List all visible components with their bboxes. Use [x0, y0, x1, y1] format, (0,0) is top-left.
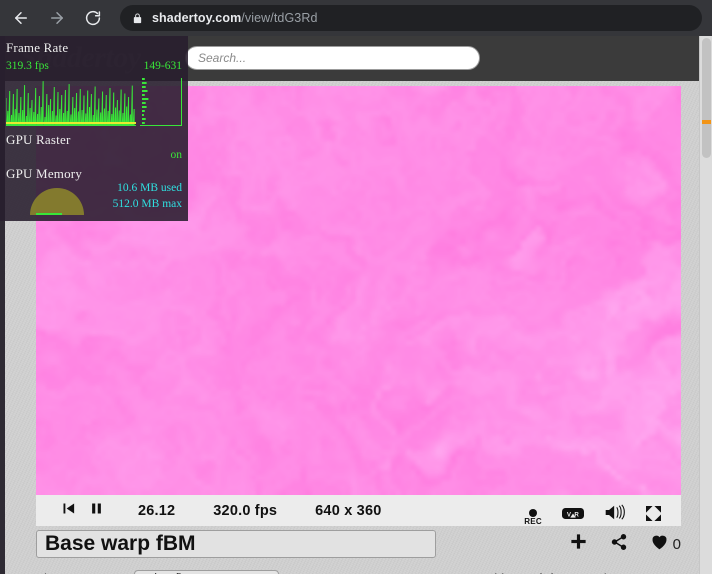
gpu-memory-title: GPU Memory: [6, 166, 83, 181]
forward-button[interactable]: [42, 3, 72, 33]
meta-row: Views: 22, Tags: Créé par trinketMage le…: [36, 568, 681, 574]
pause-button[interactable]: [82, 495, 110, 526]
gpu-memory-max: 512.0 MB max: [112, 198, 182, 210]
back-button[interactable]: [6, 3, 36, 33]
scrollbar-find-marker: [702, 120, 711, 124]
gpu-memory-gauge: [28, 186, 86, 216]
like-button[interactable]: 0: [650, 533, 681, 555]
heart-icon: [650, 533, 669, 555]
reset-time-button[interactable]: [54, 495, 82, 526]
search-input[interactable]: [185, 46, 480, 70]
record-dot-icon: [529, 509, 538, 517]
resolution-display: 640 x 360: [315, 502, 382, 519]
frame-rate-range: 149-631: [143, 60, 182, 72]
record-button[interactable]: REC: [524, 509, 542, 526]
reload-button[interactable]: [78, 3, 108, 33]
add-to-playlist-button[interactable]: [569, 532, 588, 556]
fullscreen-button[interactable]: [646, 506, 661, 526]
forward-arrow-icon: [48, 9, 66, 27]
control-bar-right-icons: REC V R: [524, 495, 681, 526]
frame-rate-graph: [6, 78, 136, 126]
gpu-memory-used: 10.6 MB used: [117, 182, 182, 194]
pause-icon: [89, 501, 104, 521]
gpu-raster-value: on: [170, 149, 183, 161]
url-text: shadertoy.com/view/tdG3Rd: [152, 11, 318, 25]
like-count: 0: [672, 535, 681, 553]
shader-action-icons: 0: [547, 532, 681, 556]
shader-control-bar: 26.12 320.0 fps 640 x 360 REC V R: [36, 495, 681, 526]
fps-display: 320.0 fps: [213, 502, 278, 519]
lock-icon: [132, 12, 143, 25]
speaker-icon: [604, 504, 626, 526]
svg-text:R: R: [574, 511, 579, 518]
vr-headset-icon: V R: [562, 506, 584, 526]
tags-input[interactable]: [133, 570, 279, 574]
share-button[interactable]: [610, 533, 628, 556]
frame-rate-baseline-line: [6, 122, 136, 124]
plus-icon: [569, 532, 588, 556]
skip-to-start-icon: [61, 501, 76, 521]
shader-title-input[interactable]: [36, 530, 436, 558]
frame-rate-title: Frame Rate: [6, 40, 69, 55]
url-path: /view/tdG3Rd: [241, 11, 318, 25]
title-row: 0: [36, 530, 681, 558]
sound-button[interactable]: [604, 504, 626, 526]
back-arrow-icon: [12, 9, 30, 27]
frame-rate-histogram: [140, 78, 182, 126]
reload-icon: [84, 9, 102, 27]
scrollbar-thumb[interactable]: [702, 38, 711, 158]
frame-rate-current: 319.3 fps: [6, 60, 49, 72]
fullscreen-icon: [646, 506, 661, 526]
vr-button[interactable]: V R: [562, 506, 584, 526]
share-icon: [610, 533, 628, 556]
gpu-raster-title: GPU Raster: [6, 132, 71, 147]
browser-toolbar: shadertoy.com/view/tdG3Rd: [0, 0, 712, 36]
page-scrollbar[interactable]: [699, 36, 712, 574]
chrome-fps-overlay: Frame Rate 319.3 fps 149-631 GPU Raster …: [0, 36, 188, 221]
time-display: 26.12: [138, 502, 176, 519]
url-domain: shadertoy.com: [152, 11, 242, 25]
address-bar[interactable]: shadertoy.com/view/tdG3Rd: [120, 5, 702, 31]
record-label: REC: [524, 517, 542, 526]
